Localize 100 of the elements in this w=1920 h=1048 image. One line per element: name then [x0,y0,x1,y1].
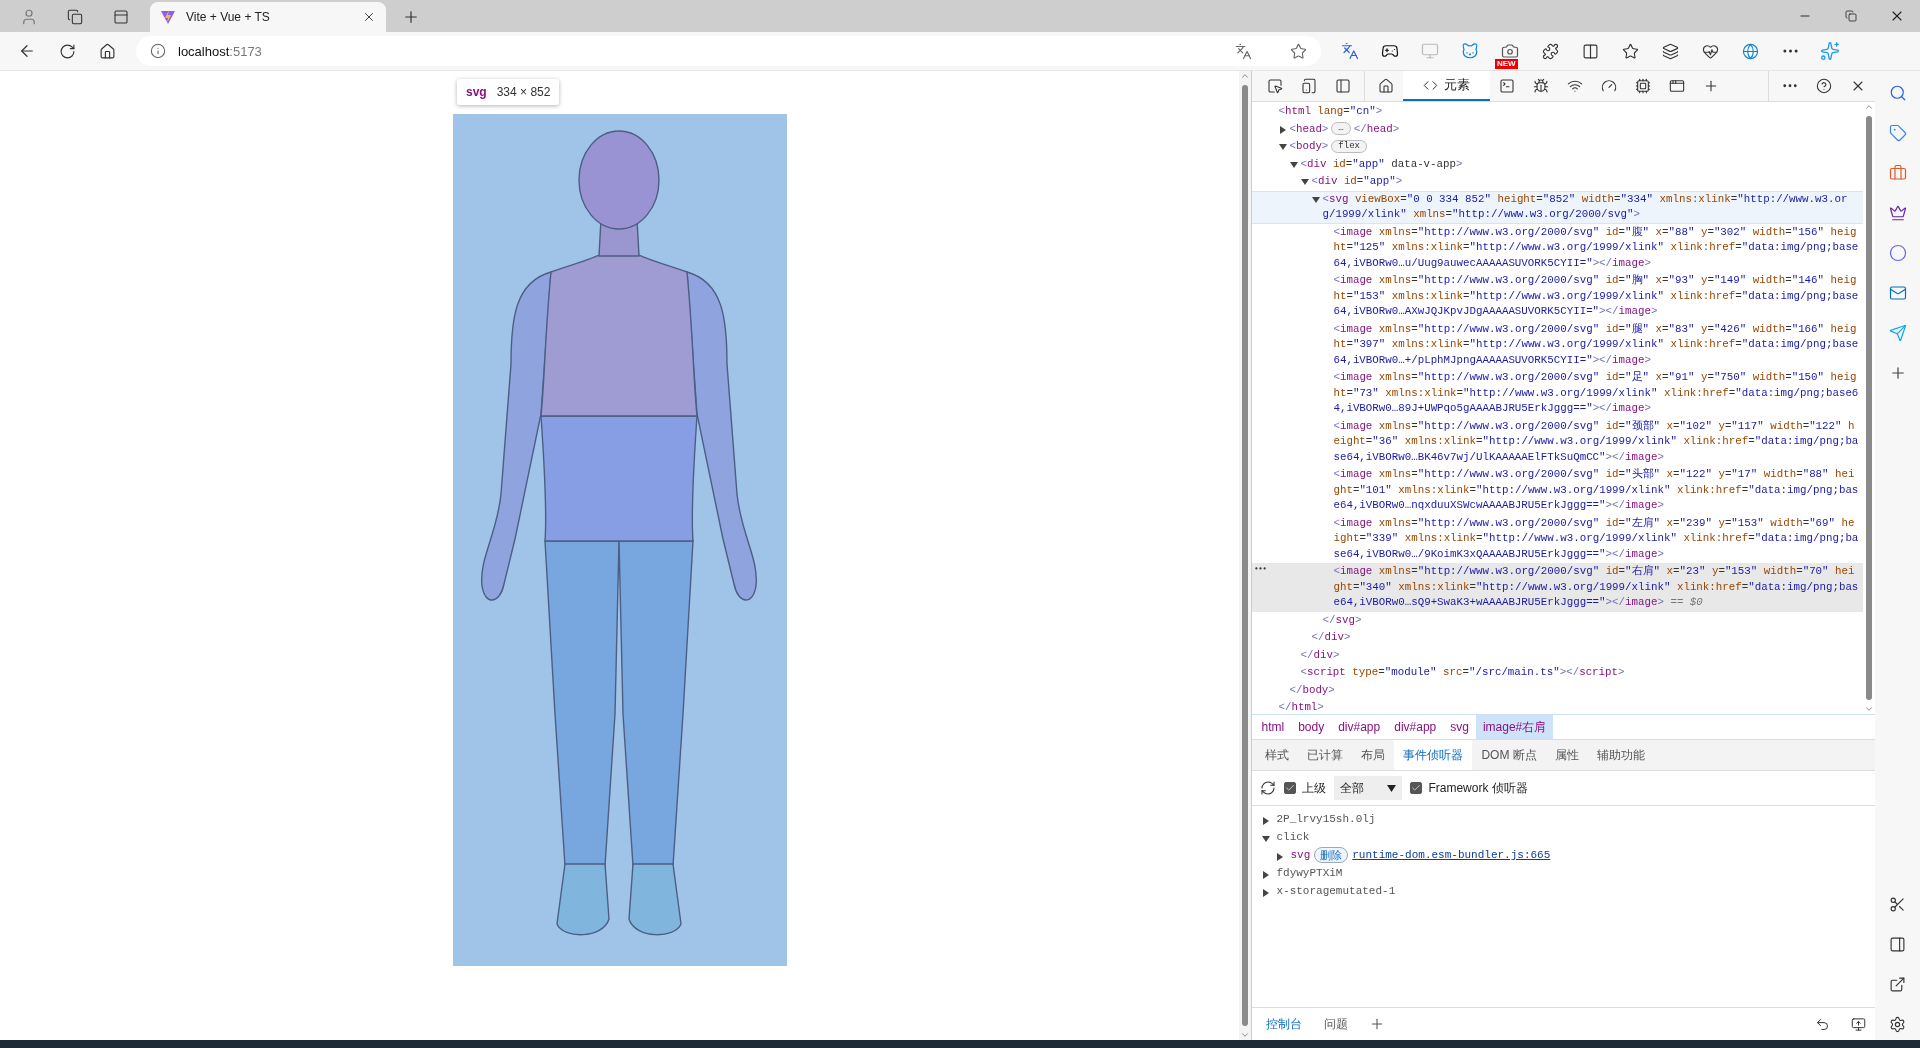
undo-icon [1814,1016,1830,1032]
address-field[interactable]: localhost:5173 [136,36,1321,66]
event-name[interactable]: click [1276,828,1310,846]
briefcase-icon [1888,164,1907,182]
gauge-icon [1601,78,1618,94]
plus-icon [402,8,420,26]
dom-node-row[interactable]: <svg viewBox="0 0 334 852" height="852" width="334" xmlns:xlink="http://www.w3.org/1999/xlink" xmlns="http://www.w3.org/2000/svg"> [1252,190,1864,224]
favorite-star-icon[interactable] [1290,42,1307,60]
expand-arrow-icon[interactable] [1262,871,1271,879]
dom-node-code[interactable]: <image xmlns="http://www.w3.org/2000/svg" id="左肩" x="239" y="153" width="69" height="339" xmlns:xlink="http://www.w3.org/1999/xlink" xlink:href="data:img/png;base64,iVBORw0…/9KoimK3xQAAAABJRU5ErkJggg=="></image> [1333,515,1864,562]
listener-node[interactable]: svg [1290,846,1311,864]
dom-node-code[interactable]: <body> flex [1289,139,1864,155]
breadcrumb[interactable]: body [1291,715,1332,739]
pane-tab[interactable]: 属性 [1545,740,1588,770]
breadcrumb[interactable]: svg [1443,715,1476,739]
tooltip-size: 334 × 852 [496,85,551,99]
heart-pulse-icon [1701,42,1719,60]
panel-icon [1335,78,1352,94]
expand-arrow-icon[interactable] [1262,817,1271,825]
pane-tab[interactable]: 辅助功能 [1587,740,1654,770]
tag-icon [1888,124,1907,142]
dom-node-code[interactable]: <svg viewBox="0 0 334 852" height="852" width="334" xmlns:xlink="http://www.w3.org/1999/xlink" xmlns="http://www.w3.org/2000/svg"> [1322,191,1864,223]
globe-icon [1741,42,1759,60]
source-link[interactable]: runtime-dom.esm-bundler.js:665 [1352,846,1551,864]
extension-button[interactable]: NEW [1493,36,1527,66]
dom-node-code[interactable]: <html lang="cn"> [1278,104,1864,120]
expand-arrow-icon[interactable] [1301,178,1310,186]
monitor-icon [1421,42,1439,60]
home-icon [1378,78,1395,94]
event-name[interactable]: 2P_lrvy15sh.0lj [1276,810,1376,828]
dom-node-code[interactable]: <image xmlns="http://www.w3.org/2000/svg" id="头部" x="122" y="17" width="88" height="101" xmlns:xlink="http://www.w3.org/1999/xlink" xlink:href="data:img/png;base64,iVBORw0…nqxduuXSWcwAAAABJRU5ErkJggg=="></image> [1333,467,1864,514]
check-icon [1285,783,1296,793]
dom-node-code[interactable]: <div id="app"> [1311,174,1864,190]
chip-icon [1635,78,1652,94]
dom-closing-tag: </body> [1289,682,1864,698]
event-name[interactable]: fdywyPTXiM [1276,864,1343,882]
dom-node-code[interactable]: <image xmlns="http://www.w3.org/2000/svg" id="胸" x="93" y="149" width="146" height="153" xmlns:xlink="http://www.w3.org/1999/xlink" xlink:href="data:img/png;base64,iVBORw0…AXwJQJKpvJDgAAAAASUVORK5CYII="></image> [1333,273,1864,320]
pane-tab[interactable]: DOM 断点 [1472,740,1546,770]
expand-arrow-icon[interactable] [1276,853,1285,861]
elements-tab[interactable]: 元素 [1403,71,1491,101]
checkbox-label: Framework 侦听器 [1428,779,1528,797]
dom-node-code[interactable]: <image xmlns="http://www.w3.org/2000/svg" id="足" x="91" y="750" width="150" height="73" xmlns:xlink="http://www.w3.org/1999/xlink" xlink:href="data:img/png;base64,iVBORw0…89J+UWPqo5gAAAABJRU5ErkJggg=="></image> [1333,370,1864,417]
drawer-tab[interactable]: 问题 [1314,1009,1359,1039]
expand-arrow-icon[interactable] [1262,889,1271,897]
translate-icon [1341,42,1359,60]
device-icon [1301,78,1318,94]
more-icon[interactable] [1783,84,1798,88]
lightning-logo-icon [160,9,176,25]
browser-tab[interactable]: Vite + Vue + TS [150,2,386,32]
dom-node-code[interactable]: <image xmlns="http://www.w3.org/2000/svg" id="颈部" x="102" y="117" width="122" height="36" xmlns:xlink="http://www.w3.org/1999/xlink" xlink:href="data:img/png;base64,iVBORw0…BK46v7wj/UlKAAAAAElFTkSuQmCC"></image> [1333,418,1864,465]
remove-button[interactable]: 删除 [1314,847,1349,863]
terminal-icon [1499,78,1516,94]
mail-icon [1888,284,1907,302]
layout-badge[interactable]: flex [1331,139,1367,153]
ancestors-checkbox[interactable] [1284,782,1297,794]
close-tab-icon[interactable] [362,10,376,24]
listener-type-select[interactable]: 全部 [1334,776,1403,800]
expand-arrow-icon[interactable] [1312,195,1321,204]
dom-node-code[interactable]: <script type="module" src="/src/main.ts"></script> [1300,665,1864,681]
dom-node-row[interactable] [1252,563,1864,612]
collapsed-content-badge[interactable]: … [1331,122,1351,136]
workspaces-icon [67,9,83,25]
dom-node-code[interactable]: <image xmlns="http://www.w3.org/2000/svg" id="腹" x="88" y="302" width="156" height="125" xmlns:xlink="http://www.w3.org/1999/xlink" xlink:href="data:img/png;base64,iVBORw0…u/Uug9auwecAAAAASUVORK5CYII="></image> [1333,224,1864,271]
collections-icon [1661,42,1679,60]
panel-icon [1889,935,1906,953]
cat-icon [1461,42,1479,60]
restore-icon [1845,10,1857,22]
url-port: :5173 [229,43,262,59]
breadcrumb[interactable]: html [1254,715,1292,739]
dom-closing-tag: </div> [1311,630,1864,646]
dom-node-code[interactable]: <image xmlns="http://www.w3.org/2000/svg" id="右肩" x="23" y="153" width="70" height="340" xmlns:xlink="http://www.w3.org/1999/xlink" xlink:href="data:img/png;base64,iVBORw0…sQ9+SwaK3+wAAAABJRU5ErkJggg=="></image> == $0 [1333,564,1864,611]
url-host: localhost [178,43,230,59]
more-icon[interactable] [1254,567,1266,570]
expand-arrow-icon[interactable] [1290,160,1299,169]
breadcrumb[interactable]: div#app [1387,715,1444,739]
pane-tab[interactable]: 样式 [1256,740,1299,770]
more-icon[interactable] [1782,49,1798,53]
expand-arrow-icon[interactable] [1279,125,1288,134]
split-screen-icon [1581,42,1599,60]
framework-checkbox[interactable] [1410,782,1423,794]
profile-icon [20,8,38,26]
expand-arrow-icon[interactable] [1262,835,1271,843]
dom-node-code[interactable]: <head> … </head> [1289,121,1864,137]
dropdown-caret-icon [1387,784,1397,792]
send-icon [1888,324,1907,342]
expand-arrow-icon[interactable] [1279,143,1288,151]
breadcrumb[interactable]: div#app [1331,715,1388,739]
favorites-icon [1621,42,1639,60]
event-name[interactable]: x-storagemutated-1 [1276,882,1396,900]
pane-tab[interactable]: 事件侦听器 [1394,740,1473,770]
breadcrumb[interactable]: image#右肩 [1475,715,1554,739]
pane-tab[interactable]: 已计算 [1298,740,1353,770]
external-link-icon [1889,975,1906,993]
help-icon [1816,78,1833,94]
wifi-icon [1567,78,1584,94]
pane-tab[interactable]: 布局 [1352,740,1395,770]
dom-node-code[interactable]: <image xmlns="http://www.w3.org/2000/svg" id="腿" x="83" y="426" width="166" height="397" xmlns:xlink="http://www.w3.org/1999/xlink" xlink:href="data:img/png;base64,iVBORw0…+/pLphMJpngAAAAASUVORK5CYII="></image> [1333,321,1864,368]
refresh-icon[interactable] [1260,780,1277,796]
dom-node-code[interactable]: <div id="app" data-v-app> [1300,156,1864,172]
dom-closing-tag: </html> [1278,700,1864,714]
